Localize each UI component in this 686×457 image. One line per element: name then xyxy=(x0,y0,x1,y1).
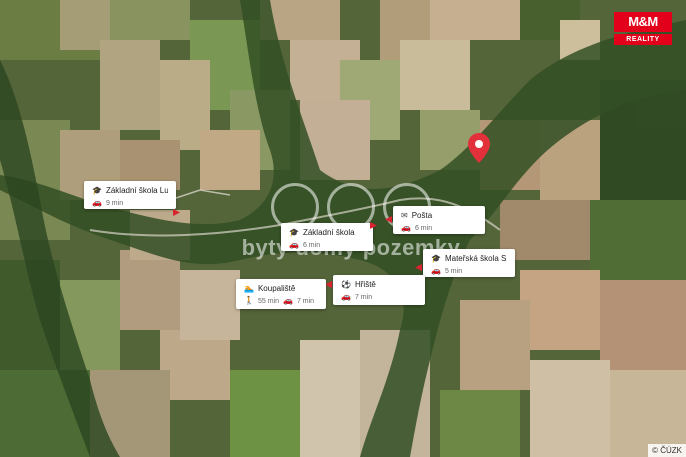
school-icon: 🎓 xyxy=(431,254,441,263)
poi-name: Hřiště xyxy=(354,280,376,289)
poi-pointer-icon xyxy=(385,216,392,223)
poi-pointer-icon xyxy=(325,281,332,288)
car-icon: 🚗 xyxy=(341,292,351,301)
poi-card[interactable]: 🎓Základní škola Lu... 🚗9 min xyxy=(84,181,176,209)
poi-name: Základní škola Lu... xyxy=(105,186,168,195)
poi-car-time: 7 min xyxy=(296,297,315,305)
poi-pointer-icon xyxy=(370,222,377,229)
car-icon: 🚗 xyxy=(431,266,441,275)
school-icon: 🎓 xyxy=(92,186,102,195)
poi-time: 5 min xyxy=(444,267,463,275)
poi-name: Základní škola xyxy=(302,228,355,237)
swimming-pool-icon: 🏊 xyxy=(244,284,254,293)
poi-name: Mateřská škola S... xyxy=(444,254,507,263)
poi-time: 7 min xyxy=(354,293,373,301)
poi-card[interactable]: 🎓 Základní škola 🚗 6 min xyxy=(281,223,373,251)
poi-card[interactable]: ✉ Pošta 🚗 6 min xyxy=(393,206,485,234)
poi-walk-time: 55 min xyxy=(257,297,279,305)
car-icon: 🚗 xyxy=(401,223,411,232)
location-marker-icon[interactable] xyxy=(468,133,490,163)
car-icon: 🚗 xyxy=(282,296,293,305)
poi-pointer-icon xyxy=(415,264,422,271)
map-view[interactable]: byty domy pozemky 🎓Základní škola Lu... … xyxy=(0,0,686,457)
brand-logo: M&M REALITY xyxy=(614,12,672,46)
poi-card[interactable]: 🎓 Mateřská škola S... 🚗 5 min xyxy=(423,249,515,277)
poi-pointer-icon xyxy=(173,209,180,216)
school-icon: 🎓 xyxy=(289,228,299,237)
poi-time: 6 min xyxy=(302,241,321,249)
post-office-icon: ✉ xyxy=(401,211,408,220)
map-attribution: © ČÚZK xyxy=(648,444,686,457)
playground-icon: ⚽ xyxy=(341,280,351,289)
walk-icon: 🚶 xyxy=(244,296,254,305)
poi-name: Koupaliště xyxy=(257,284,296,293)
poi-time: 9 min xyxy=(105,199,124,207)
logo-top: M&M xyxy=(614,12,672,32)
poi-name: Pošta xyxy=(411,211,433,220)
poi-time: 6 min xyxy=(414,224,433,232)
poi-card[interactable]: 🏊 Koupaliště 🚶 55 min 🚗 7 min xyxy=(236,279,326,309)
car-icon: 🚗 xyxy=(92,198,102,207)
car-icon: 🚗 xyxy=(289,240,299,249)
poi-card[interactable]: ⚽ Hřiště 🚗 7 min xyxy=(333,275,425,305)
logo-bottom: REALITY xyxy=(614,34,672,45)
